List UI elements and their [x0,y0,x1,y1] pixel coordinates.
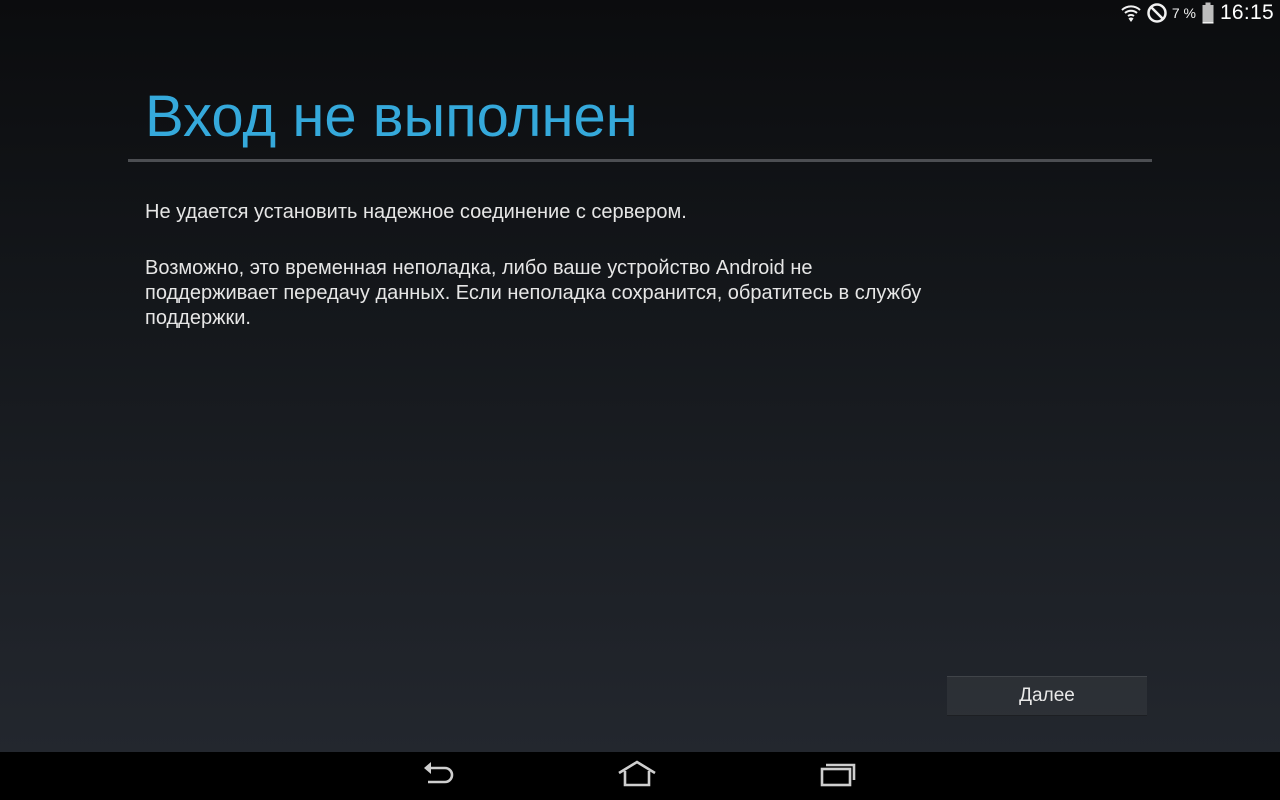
screen: 7 % 16:15 Вход не выполнен Не удается ус… [0,0,1280,800]
title-divider [128,159,1152,162]
app-area: 7 % 16:15 Вход не выполнен Не удается ус… [0,0,1280,752]
battery-percent: 7 % [1171,5,1196,21]
wifi-icon [1120,2,1142,24]
next-button[interactable]: Далее [947,676,1147,716]
page-title: Вход не выполнен [145,84,638,149]
clock: 16:15 [1219,1,1274,24]
recents-button[interactable] [818,760,858,792]
battery-icon [1202,2,1214,24]
error-message: Не удается установить надежное соединени… [145,201,687,223]
home-icon [616,759,658,793]
back-button[interactable] [418,760,458,792]
recents-icon [818,760,858,793]
nav-bar [0,752,1280,800]
status-bar: 7 % 16:15 [1120,0,1280,26]
error-details: Возможно, это временная неполадка, либо … [145,257,922,329]
home-button[interactable] [616,759,658,793]
next-button-label: Далее [1019,685,1075,706]
no-sim-icon [1146,2,1168,24]
back-icon [420,760,456,793]
